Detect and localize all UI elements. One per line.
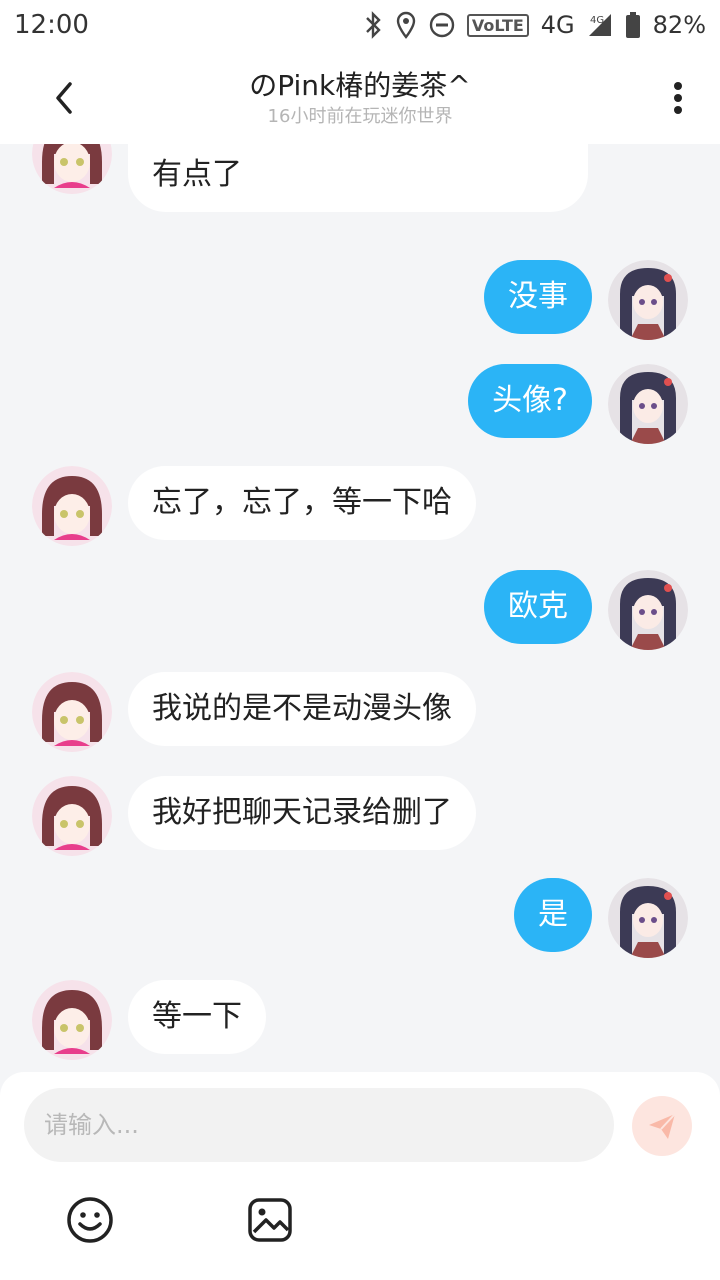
contact-avatar[interactable] (32, 466, 112, 546)
message-composer (0, 1072, 720, 1280)
image-icon (248, 1198, 292, 1242)
message-bubble-outgoing[interactable]: 没事 (484, 260, 592, 334)
volte-icon: VoLTE (466, 13, 529, 37)
status-icons: VoLTE 4G 4G 82% (363, 11, 706, 39)
user-avatar[interactable] (608, 570, 688, 650)
back-button[interactable] (40, 74, 88, 122)
battery-icon (625, 11, 641, 39)
location-icon (395, 11, 417, 39)
message-bubble-outgoing[interactable]: 欧克 (484, 570, 592, 644)
more-button[interactable] (658, 74, 698, 122)
chat-title: のPink椿的姜茶^ (249, 69, 471, 102)
message-bubble-incoming[interactable]: 等一下 (128, 980, 266, 1054)
message-bubble-incoming[interactable]: 忘了，忘了，等一下哈 (128, 466, 476, 540)
signal-label: 4G (540, 11, 575, 39)
message-bubble-incoming[interactable]: 你的帖子太多了，所以我就没有点了 (128, 144, 588, 212)
status-time: 12:00 (14, 10, 89, 40)
chat-subtitle: 16小时前在玩迷你世界 (267, 106, 453, 127)
chat-message-list[interactable]: 你的帖子太多了，所以我就没有点了 没事 头像? 忘了，忘了，等一下哈 欧克 我说… (0, 144, 720, 1072)
send-icon (649, 1113, 676, 1139)
emoji-button[interactable] (66, 1196, 114, 1244)
message-input[interactable] (24, 1088, 614, 1162)
contact-avatar[interactable] (32, 144, 112, 194)
contact-avatar[interactable] (32, 980, 112, 1060)
status-bar: 12:00 VoLTE 4G 4G 82% (0, 0, 720, 50)
more-vertical-icon (674, 82, 682, 114)
image-button[interactable] (246, 1196, 294, 1244)
chat-header: のPink椿的姜茶^ 16小时前在玩迷你世界 (0, 50, 720, 144)
message-bubble-outgoing[interactable]: 是 (514, 878, 592, 952)
user-avatar[interactable] (608, 260, 688, 340)
battery-level: 82% (652, 11, 706, 39)
signal-icon: 4G (587, 12, 613, 38)
message-bubble-incoming[interactable]: 我说的是不是动漫头像 (128, 672, 476, 746)
chevron-left-icon (56, 82, 72, 114)
message-bubble-incoming[interactable]: 我好把聊天记录给删了 (128, 776, 476, 850)
signal-small-label: 4G (590, 15, 604, 26)
contact-avatar[interactable] (32, 672, 112, 752)
bluetooth-icon (363, 11, 383, 39)
user-avatar[interactable] (608, 364, 688, 444)
do-not-disturb-icon (429, 12, 455, 38)
message-bubble-outgoing[interactable]: 头像? (468, 364, 592, 438)
user-avatar[interactable] (608, 878, 688, 958)
send-button[interactable] (632, 1096, 692, 1156)
emoji-icon (67, 1197, 113, 1243)
contact-avatar[interactable] (32, 776, 112, 856)
